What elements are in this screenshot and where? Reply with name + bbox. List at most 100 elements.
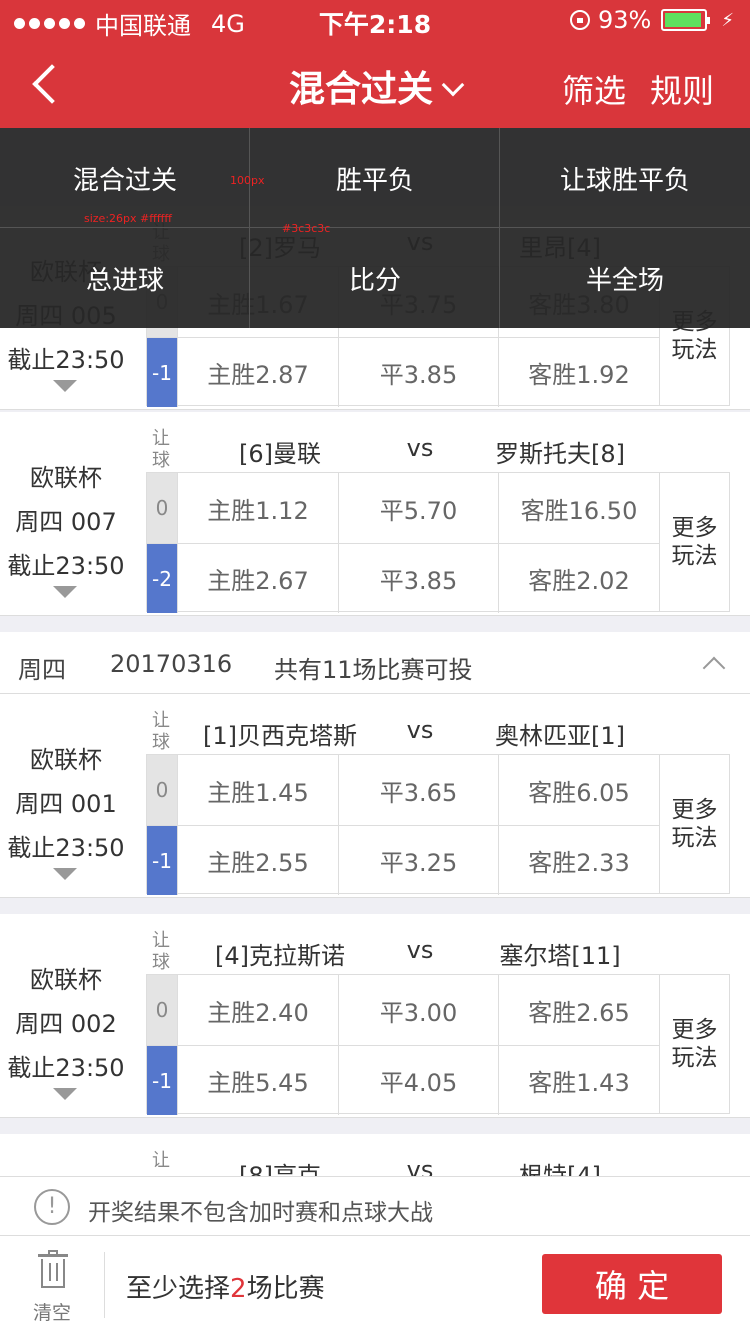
handicap-label: 让球 [152, 428, 170, 471]
status-bar: 中国联通 4G 下午2:18 93% ⚡ [0, 0, 750, 40]
handicap-value: -2 [147, 544, 177, 613]
league-name: 欧联杯 [30, 746, 102, 774]
odds-draw[interactable]: 平3.85 [338, 544, 498, 613]
play-type-menu: 混合过关 胜平负 让球胜平负 总进球 比分 半全场 size:26px #fff… [0, 128, 750, 328]
back-button[interactable] [26, 60, 66, 106]
odds-home-win[interactable]: 主胜2.40 [177, 975, 338, 1045]
menu-item-score[interactable]: 比分 [250, 228, 500, 328]
expand-arrow-icon[interactable] [53, 1088, 77, 1100]
odds-home-win[interactable]: 主胜1.45 [177, 755, 338, 825]
chevron-up-icon[interactable] [702, 656, 726, 680]
menu-item-handicap[interactable]: 让球胜平负 [500, 128, 750, 228]
home-team: [4]克拉斯诺 [215, 942, 345, 970]
match-card: 欧联杯 周四 002 截止23:50 让球 [4]克拉斯诺 vs 塞尔塔[11] 0 主胜2… [0, 914, 750, 1118]
home-team: [8]亨克 [239, 1162, 321, 1176]
odds-draw[interactable]: 平3.85 [338, 338, 498, 407]
odds-grid: 0 主胜1.12 平5.70 客胜16.50 -2 主胜2.67 平3.85 客… [146, 472, 660, 613]
away-team: 奥林匹亚[1] [495, 722, 625, 750]
odds-row: -1 主胜2.87 平3.85 客胜1.92 [147, 337, 659, 407]
home-team: [6]曼联 [239, 440, 321, 468]
pick-suffix: 场比赛 [246, 1274, 325, 1304]
rules-button[interactable]: 规则 [650, 66, 714, 112]
vs-label: vs [406, 716, 434, 744]
handicap-value: 0 [147, 755, 177, 825]
deadline: 截止23:50 [7, 552, 125, 580]
odds-draw[interactable]: 平3.00 [338, 975, 498, 1045]
odds-draw[interactable]: 平5.70 [338, 473, 498, 543]
odds-home-win[interactable]: 主胜5.45 [177, 1046, 338, 1115]
page-title: 混合过关 [0, 60, 750, 112]
expand-arrow-icon[interactable] [53, 380, 77, 392]
more-plays-button[interactable]: 更多玩法 [660, 974, 730, 1114]
battery-percent: 93% [598, 6, 652, 34]
notice-bar: ! 开奖结果不包含加时赛和点球大战 [0, 1176, 750, 1236]
odds-home-win[interactable]: 主胜2.55 [177, 826, 338, 895]
match-card: 欧联杯周四 001 截止23:50 让球 [1]贝西克塔斯 vs 奥林匹亚[1] 0 主胜… [0, 694, 750, 898]
title-label[interactable]: 混合过关 [289, 69, 433, 110]
deadline: 截止23:50 [7, 1054, 125, 1082]
expand-arrow-icon[interactable] [53, 868, 77, 880]
clear-button[interactable]: 清空 [14, 1246, 90, 1326]
annotation-size: size:26px #ffffff [84, 212, 172, 225]
handicap-value: -1 [147, 338, 177, 407]
odds-row: 0 主胜2.40 平3.00 客胜2.65 [147, 975, 659, 1045]
info-icon: ! [34, 1189, 70, 1225]
day-header[interactable]: 周四 20170316 共有11场比赛可投 [0, 632, 750, 694]
day-weekday: 周四 [18, 656, 66, 684]
chevron-down-icon[interactable] [441, 73, 465, 97]
odds-away-win[interactable]: 客胜6.05 [498, 755, 659, 825]
day-date: 20170316 [110, 650, 233, 678]
away-team: 罗斯托夫[8] [495, 440, 625, 468]
expand-arrow-icon[interactable] [53, 586, 77, 598]
league-name: 欧联杯 [30, 464, 102, 492]
odds-draw[interactable]: 平4.05 [338, 1046, 498, 1115]
odds-grid: 0 主胜2.40 平3.00 客胜2.65 -1 主胜5.45 平4.05 客胜… [146, 974, 660, 1115]
rotation-lock-icon [570, 10, 591, 30]
odds-draw[interactable]: 平3.65 [338, 755, 498, 825]
menu-item-total-goals[interactable]: 总进球 [0, 228, 250, 328]
menu-item-half-full[interactable]: 半全场 [500, 228, 750, 328]
odds-away-win[interactable]: 客胜1.92 [498, 338, 659, 407]
more-plays-button[interactable]: 更多玩法 [660, 754, 730, 894]
odds-row: -1 主胜2.55 平3.25 客胜2.33 [147, 825, 659, 895]
nav-bar: 混合过关 筛选 规则 [0, 40, 750, 128]
pick-count: 2 [230, 1274, 247, 1304]
deadline: 截止23:50 [7, 346, 125, 374]
annotation-color: #3c3c3c [282, 222, 331, 235]
home-team: [1]贝西克塔斯 [203, 722, 357, 750]
handicap-value: -1 [147, 826, 177, 895]
handicap-value: 0 [147, 975, 177, 1045]
more-plays-button[interactable]: 更多玩法 [660, 472, 730, 612]
confirm-button[interactable]: 确 定 [542, 1254, 722, 1314]
away-team: 塞尔塔[11] [499, 942, 621, 970]
odds-draw[interactable]: 平3.25 [338, 826, 498, 895]
notice-text: 开奖结果不包含加时赛和点球大战 [88, 1200, 433, 1226]
odds-home-win[interactable]: 主胜2.67 [177, 544, 338, 613]
match-number: 周四 001 [15, 790, 117, 818]
vs-label: vs [406, 1156, 434, 1176]
odds-row: 0 主胜1.45 平3.65 客胜6.05 [147, 755, 659, 825]
odds-away-win[interactable]: 客胜2.02 [498, 544, 659, 613]
handicap-label: 让 [152, 1150, 170, 1171]
odds-away-win[interactable]: 客胜1.43 [498, 1046, 659, 1115]
vs-label: vs [406, 434, 434, 462]
odds-home-win[interactable]: 主胜2.87 [177, 338, 338, 407]
day-count: 共有11场比赛可投 [274, 656, 473, 684]
handicap-value: 0 [147, 473, 177, 543]
deadline: 截止23:50 [7, 834, 125, 862]
filter-button[interactable]: 筛选 [562, 66, 626, 112]
match-card: 欧联杯周四 007 截止23:50 让球 [6]曼联 vs 罗斯托夫[8] 0 主胜1.1… [0, 412, 750, 616]
trash-icon [38, 1250, 68, 1288]
divider [104, 1252, 105, 1318]
odds-grid: 0 主胜1.45 平3.65 客胜6.05 -1 主胜2.55 平3.25 客胜… [146, 754, 660, 895]
menu-item-win-draw-lose[interactable]: 胜平负 [250, 128, 500, 228]
odds-away-win[interactable]: 客胜16.50 [498, 473, 659, 543]
odds-away-win[interactable]: 客胜2.65 [498, 975, 659, 1045]
odds-away-win[interactable]: 客胜2.33 [498, 826, 659, 895]
odds-home-win[interactable]: 主胜1.12 [177, 473, 338, 543]
match-card: 让 [8]亨克 vs 根特[4] [0, 1134, 750, 1176]
match-number: 周四 007 [15, 508, 117, 536]
handicap-label: 让球 [152, 710, 170, 753]
pick-prefix: 至少选择 [126, 1274, 231, 1304]
odds-row: -1 主胜5.45 平4.05 客胜1.43 [147, 1045, 659, 1115]
